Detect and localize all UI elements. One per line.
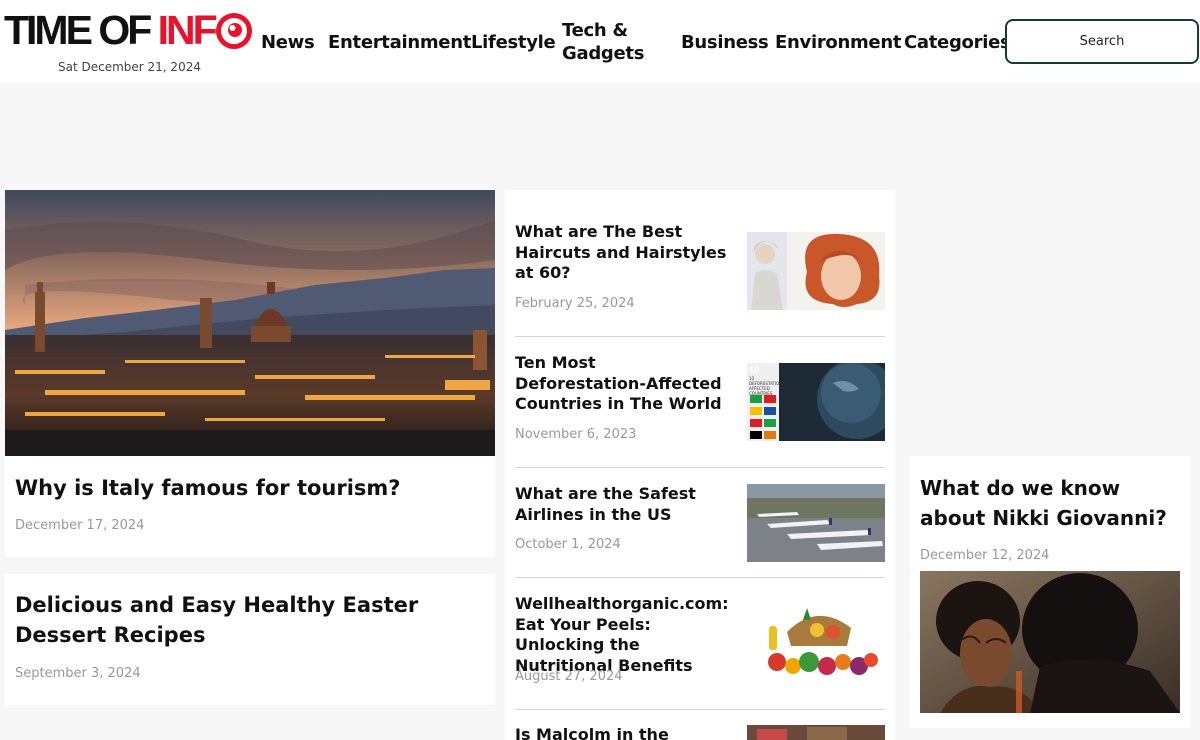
article-list: What are The Best Haircuts and Hairstyle… bbox=[505, 190, 895, 740]
haircut-thumbnail[interactable] bbox=[747, 232, 885, 310]
list-item-date: February 25, 2024 bbox=[515, 296, 635, 311]
article-date: December 12, 2024 bbox=[920, 548, 1050, 563]
list-item[interactable]: Is Malcolm in the Middle bbox=[515, 725, 885, 740]
nav-news[interactable]: News bbox=[261, 32, 315, 54]
list-item-title[interactable]: What are the Safest Airlines in the US bbox=[515, 484, 730, 525]
nav-tech-gadgets-line1[interactable]: Tech & bbox=[562, 20, 628, 42]
list-item[interactable]: What are The Best Haircuts and Hairstyle… bbox=[515, 222, 885, 337]
list-item-title[interactable]: Is Malcolm in the Middle bbox=[515, 725, 730, 740]
list-item-title[interactable]: Wellhealthorganic.com: Eat Your Peels: U… bbox=[515, 594, 730, 676]
nav-business[interactable]: Business bbox=[681, 32, 769, 54]
deforestation-thumbnail[interactable]: 10 10 DEFORESTATION AFFECTED COUNTRIES bbox=[747, 363, 885, 441]
list-item-date: August 27, 2024 bbox=[515, 669, 623, 684]
logo-circle-icon bbox=[215, 12, 252, 49]
list-item[interactable]: What are the Safest Airlines in the US O… bbox=[515, 484, 885, 578]
malcolm-thumbnail[interactable] bbox=[747, 725, 885, 740]
article-title[interactable]: Delicious and Easy Healthy Easter Desser… bbox=[15, 590, 475, 650]
nav-environment[interactable]: Environment bbox=[775, 32, 901, 54]
florence-city-image[interactable] bbox=[5, 190, 495, 456]
site-header: TIME OF INF Sat December 21, 2024 News E… bbox=[0, 0, 1200, 83]
logo-text-black: TIME OF bbox=[4, 7, 158, 53]
search-label: Search bbox=[1079, 34, 1125, 49]
article-card-easter[interactable]: Delicious and Easy Healthy Easter Desser… bbox=[5, 574, 495, 705]
article-card-nikki[interactable]: What do we know about Nikki Giovanni? De… bbox=[910, 456, 1190, 728]
fruit-vegetables-thumbnail[interactable] bbox=[747, 602, 885, 680]
svg-text:10: 10 bbox=[749, 365, 759, 375]
nav-tech-gadgets-line2[interactable]: Gadgets bbox=[562, 43, 644, 65]
airline-thumbnail[interactable] bbox=[747, 484, 885, 562]
featured-article-date: December 17, 2024 bbox=[15, 518, 145, 533]
site-logo[interactable]: TIME OF INF bbox=[4, 7, 252, 53]
list-item-title[interactable]: What are The Best Haircuts and Hairstyle… bbox=[515, 222, 730, 284]
nav-entertainment[interactable]: Entertainment bbox=[328, 32, 471, 54]
logo-text-red: INF bbox=[157, 7, 218, 53]
article-date: September 3, 2024 bbox=[15, 666, 141, 681]
featured-article-title[interactable]: Why is Italy famous for tourism? bbox=[15, 474, 485, 502]
list-item-title[interactable]: Ten Most Deforestation-Affected Countrie… bbox=[515, 353, 730, 415]
list-item-date: November 6, 2023 bbox=[515, 427, 637, 442]
list-item[interactable]: Ten Most Deforestation-Affected Countrie… bbox=[515, 353, 885, 468]
article-title[interactable]: What do we know about Nikki Giovanni? bbox=[920, 473, 1182, 533]
list-item[interactable]: Wellhealthorganic.com: Eat Your Peels: U… bbox=[515, 594, 885, 710]
search-box[interactable]: Search bbox=[1005, 19, 1199, 64]
list-item-date: October 1, 2024 bbox=[515, 537, 621, 552]
nav-lifestyle[interactable]: Lifestyle bbox=[471, 32, 556, 54]
thumbnail-caption: 10 DEFORESTATION AFFECTED COUNTRIES bbox=[749, 376, 783, 396]
nikki-giovanni-image[interactable] bbox=[920, 571, 1180, 713]
featured-article-card[interactable]: Why is Italy famous for tourism? Decembe… bbox=[5, 190, 495, 557]
current-date: Sat December 21, 2024 bbox=[58, 60, 201, 74]
nav-categories[interactable]: Categories bbox=[904, 32, 1011, 54]
